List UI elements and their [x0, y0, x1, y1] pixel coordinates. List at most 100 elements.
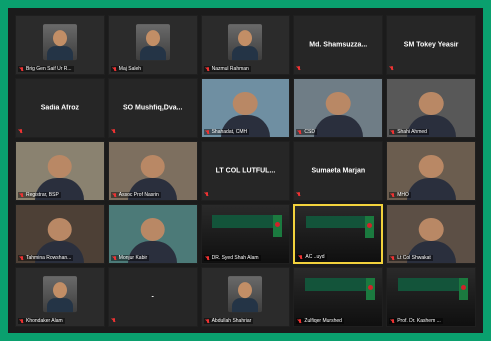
mic-muted-icon: [206, 255, 210, 261]
participant-tile[interactable]: SM Tokey Yeasir: [386, 15, 476, 75]
profile-picture: [135, 24, 170, 61]
participant-name: DR. Syed Shah Alam: [211, 255, 259, 261]
participant-tile[interactable]: Sadia Afroz: [15, 78, 105, 138]
mic-muted-icon: [206, 129, 210, 135]
participant-name: Nazmul Rahman: [211, 66, 249, 72]
participant-tile[interactable]: Abdullah Shahriar: [200, 267, 291, 327]
mic-muted-icon: [112, 129, 116, 134]
participant-name: Tahmina Rowshan...: [26, 255, 72, 261]
participant-name: LT COL LUTFUL...: [215, 167, 276, 175]
participant-name: Abdullah Shahriar: [211, 318, 252, 324]
mic-muted-icon: [20, 255, 24, 261]
participant-label: CSD: [296, 129, 317, 135]
participant-name: Zulfiqer Murshed: [304, 318, 342, 324]
participant-label: Lt Col Shwakat: [389, 255, 433, 261]
participant-label: Shahi Ahmed: [389, 129, 429, 135]
profile-picture: [228, 276, 263, 313]
participant-tile[interactable]: Sumaeta Marjan: [293, 141, 384, 201]
participant-name: Sadia Afroz: [40, 104, 80, 112]
participant-label: Tahmina Rowshan...: [18, 255, 74, 261]
participant-name: -: [151, 293, 154, 301]
participant-tile[interactable]: CSD: [293, 78, 384, 138]
participant-label: DR. Syed Shah Alam: [203, 255, 261, 261]
mic-muted-icon: [205, 192, 209, 197]
participant-name: Monjur Kabir: [118, 255, 148, 261]
participant-tile[interactable]: Tahmina Rowshan...: [15, 204, 105, 264]
participant-label: Shahadat, CMH: [203, 129, 250, 135]
mic-muted-icon: [390, 66, 394, 71]
participant-tile[interactable]: Shahi Ahmed: [386, 78, 476, 138]
participant-tile[interactable]: Nazmul Rahman: [200, 15, 291, 75]
participant-label: Zulfiqer Murshed: [296, 318, 344, 324]
flag-icon: [273, 215, 283, 238]
participant-tile[interactable]: Shahadat, CMH: [200, 78, 291, 138]
participant-tile[interactable]: MHO: [386, 141, 476, 201]
participant-name: Prof. Dr. Kashem ...: [397, 318, 441, 324]
participant-name: Maj Saleh: [118, 66, 142, 72]
participant-label: Registrar, BSP: [18, 192, 61, 198]
participant-name: Md. Shamsuzza...: [309, 41, 368, 49]
participant-name: CSD: [304, 129, 315, 135]
participant-tile[interactable]: Assoc Prof Nasrin: [107, 141, 198, 201]
profile-picture: [42, 276, 77, 313]
mic-muted-icon: [391, 318, 395, 324]
participant-label: Assoc Prof Nasrin: [110, 192, 161, 198]
participant-tile[interactable]: Zulfiqer Murshed: [293, 267, 384, 327]
participant-label: Khondaker Alam: [18, 318, 65, 324]
flag-icon: [366, 278, 376, 301]
participant-name: MHO: [397, 192, 409, 198]
mic-muted-icon: [20, 192, 24, 198]
participant-name: Shahi Ahmed: [397, 129, 427, 135]
participant-label: Nazmul Rahman: [203, 66, 251, 72]
participant-name: Assoc Prof Nasrin: [118, 192, 159, 198]
participant-tile[interactable]: Monjur Kabir: [107, 204, 198, 264]
flag-icon: [365, 216, 375, 239]
mic-muted-icon: [299, 254, 303, 260]
mic-muted-icon: [19, 129, 23, 134]
profile-picture: [228, 24, 263, 61]
participant-tile[interactable]: Khondaker Alam: [15, 267, 105, 327]
mic-muted-icon: [112, 318, 116, 323]
participant-tile[interactable]: -: [107, 267, 198, 327]
profile-picture: [42, 24, 77, 61]
participant-name: Lt Col Shwakat: [397, 255, 431, 261]
mic-muted-icon: [113, 192, 117, 198]
participant-label: Brig Gen Saif Ur R...: [18, 66, 74, 72]
mic-muted-icon: [20, 318, 24, 324]
participant-tile[interactable]: Maj Saleh: [107, 15, 198, 75]
meeting-window: Brig Gen Saif Ur R... Maj Saleh Nazmul Rah…: [8, 8, 483, 333]
participant-tile[interactable]: Registrar, BSP: [15, 141, 105, 201]
mic-muted-icon: [297, 192, 301, 197]
participant-name: Khondaker Alam: [26, 318, 63, 324]
mic-muted-icon: [391, 192, 395, 198]
participant-tile[interactable]: SO Mushfiq,Dva...: [107, 78, 198, 138]
participant-label: AC ..uyd: [297, 254, 327, 260]
participant-grid: Brig Gen Saif Ur R... Maj Saleh Nazmul Rah…: [15, 15, 476, 327]
participant-tile[interactable]: Lt Col Shwakat: [386, 204, 476, 264]
mic-muted-icon: [298, 318, 302, 324]
participant-label: Monjur Kabir: [110, 255, 150, 261]
participant-label: Maj Saleh: [110, 66, 144, 72]
mic-muted-icon: [113, 66, 117, 72]
participant-tile[interactable]: Prof. Dr. Kashem ...: [386, 267, 476, 327]
participant-name: SO Mushfiq,Dva...: [122, 104, 183, 112]
participant-tile[interactable]: Md. Shamsuzza...: [293, 15, 384, 75]
participant-tile[interactable]: LT COL LUTFUL...: [200, 141, 291, 201]
participant-name: Registrar, BSP: [26, 192, 59, 198]
participant-tile[interactable]: AC ..uyd: [293, 204, 384, 264]
participant-tile[interactable]: Brig Gen Saif Ur R...: [15, 15, 105, 75]
mic-muted-icon: [20, 66, 24, 72]
participant-label: Prof. Dr. Kashem ...: [389, 318, 443, 324]
mic-muted-icon: [297, 66, 301, 71]
participant-name: Sumaeta Marjan: [311, 167, 366, 175]
participant-label: Abdullah Shahriar: [203, 318, 254, 324]
participant-name: Brig Gen Saif Ur R...: [26, 66, 72, 72]
flag-icon: [458, 278, 468, 301]
mic-muted-icon: [206, 66, 210, 72]
participant-label: MHO: [389, 192, 411, 198]
mic-muted-icon: [113, 255, 117, 261]
mic-muted-icon: [391, 255, 395, 261]
participant-tile[interactable]: DR. Syed Shah Alam: [200, 204, 291, 264]
participant-name: Shahadat, CMH: [211, 129, 248, 135]
participant-name: SM Tokey Yeasir: [403, 41, 459, 49]
